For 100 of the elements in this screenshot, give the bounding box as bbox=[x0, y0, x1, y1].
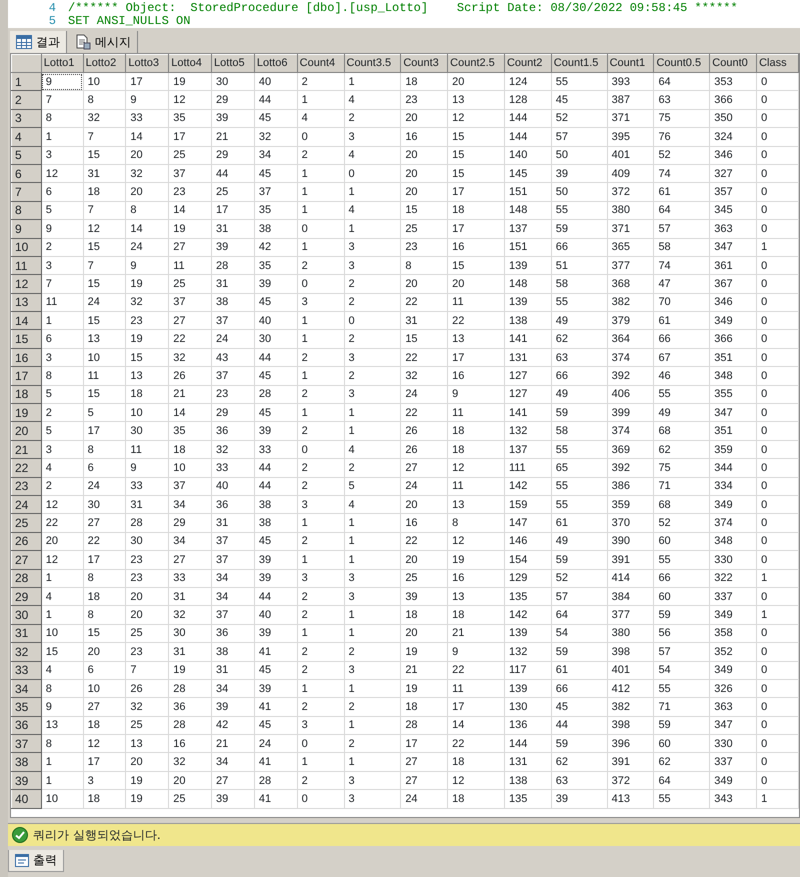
result-tab[interactable]: 결과 bbox=[10, 31, 67, 53]
row-number[interactable]: 1 bbox=[12, 72, 42, 91]
row-number[interactable]: 7 bbox=[12, 182, 42, 202]
column-header[interactable]: Count2 bbox=[504, 54, 552, 72]
table-cell: 9 bbox=[126, 90, 169, 110]
row-number[interactable]: 8 bbox=[12, 201, 42, 220]
table-cell: 10 bbox=[41, 624, 84, 643]
table-cell: 349 bbox=[710, 661, 757, 680]
row-number[interactable]: 31 bbox=[12, 624, 42, 643]
table-cell: 55 bbox=[654, 790, 710, 808]
column-header[interactable]: Lotto5 bbox=[212, 54, 254, 72]
row-number[interactable]: 26 bbox=[12, 532, 42, 551]
table-cell: 15 bbox=[126, 348, 169, 367]
row-number[interactable]: 28 bbox=[12, 569, 42, 588]
column-header[interactable]: Count1.5 bbox=[551, 54, 608, 72]
row-number[interactable]: 34 bbox=[12, 679, 42, 698]
row-number[interactable]: 11 bbox=[12, 256, 42, 275]
table-cell: 0 bbox=[756, 256, 798, 275]
row-number[interactable]: 35 bbox=[12, 698, 42, 716]
column-header[interactable]: Count3 bbox=[400, 54, 448, 72]
table-cell: 18 bbox=[83, 716, 126, 735]
table-cell: 4 bbox=[344, 440, 401, 459]
table-cell: 5 bbox=[41, 201, 84, 220]
table-cell: 31 bbox=[126, 495, 169, 514]
row-number[interactable]: 4 bbox=[12, 128, 42, 146]
table-cell: 0 bbox=[756, 90, 798, 110]
table-cell: 1 bbox=[756, 238, 798, 256]
table-cell: 3 bbox=[344, 128, 401, 146]
table-cell: 382 bbox=[607, 293, 654, 312]
table-cell: 382 bbox=[607, 698, 654, 716]
row-number[interactable]: 33 bbox=[12, 661, 42, 680]
row-number[interactable]: 21 bbox=[12, 440, 42, 459]
row-number[interactable]: 12 bbox=[12, 274, 42, 294]
table-cell: 55 bbox=[551, 201, 608, 220]
row-number[interactable]: 29 bbox=[12, 587, 42, 606]
row-number[interactable]: 17 bbox=[12, 366, 42, 386]
table-cell: 2 bbox=[297, 385, 344, 404]
table-cell: 49 bbox=[551, 385, 608, 404]
table-cell: 1 bbox=[344, 532, 401, 551]
row-number[interactable]: 16 bbox=[12, 348, 42, 367]
column-header[interactable]: Lotto3 bbox=[126, 54, 169, 72]
table-cell: 21 bbox=[448, 624, 504, 643]
table-cell: 344 bbox=[710, 458, 757, 478]
row-number[interactable]: 20 bbox=[12, 422, 42, 440]
row-number[interactable]: 36 bbox=[12, 716, 42, 735]
table-cell: 1 bbox=[297, 404, 344, 422]
column-header[interactable]: Count4 bbox=[297, 54, 344, 72]
row-number[interactable]: 19 bbox=[12, 404, 42, 422]
row-number[interactable]: 15 bbox=[12, 330, 42, 348]
row-number[interactable]: 10 bbox=[12, 238, 42, 256]
row-number[interactable]: 27 bbox=[12, 550, 42, 570]
row-number[interactable]: 14 bbox=[12, 312, 42, 330]
row-number[interactable]: 6 bbox=[12, 164, 42, 183]
row-number[interactable]: 38 bbox=[12, 752, 42, 772]
column-header[interactable]: Lotto4 bbox=[168, 54, 212, 72]
row-number[interactable]: 9 bbox=[12, 220, 42, 238]
table-cell: 38 bbox=[254, 514, 298, 532]
column-header[interactable]: Class bbox=[756, 54, 798, 72]
table-cell: 346 bbox=[710, 293, 757, 312]
table-cell: 127 bbox=[504, 366, 552, 386]
table-cell: 357 bbox=[710, 182, 757, 202]
table-cell: 52 bbox=[551, 109, 608, 128]
output-tab[interactable]: 출력 bbox=[8, 850, 64, 872]
table-cell: 56 bbox=[654, 624, 710, 643]
table-cell: 25 bbox=[168, 146, 212, 164]
column-header[interactable]: Count1 bbox=[607, 54, 654, 72]
table-cell: 37 bbox=[168, 164, 212, 183]
row-number[interactable]: 13 bbox=[12, 293, 42, 312]
table-cell: 18 bbox=[83, 182, 126, 202]
row-number[interactable]: 25 bbox=[12, 514, 42, 532]
row-number[interactable]: 30 bbox=[12, 606, 42, 624]
row-number[interactable]: 24 bbox=[12, 495, 42, 514]
column-header[interactable]: Lotto6 bbox=[254, 54, 298, 72]
row-number[interactable]: 32 bbox=[12, 642, 42, 661]
column-header[interactable]: Count3.5 bbox=[344, 54, 401, 72]
table-cell: 379 bbox=[607, 312, 654, 330]
row-number[interactable]: 22 bbox=[12, 458, 42, 478]
row-number[interactable]: 37 bbox=[12, 734, 42, 753]
table-cell: 66 bbox=[654, 569, 710, 588]
table-cell: 5 bbox=[83, 404, 126, 422]
table-cell: 50 bbox=[551, 146, 608, 164]
row-number[interactable]: 2 bbox=[12, 90, 42, 110]
column-header[interactable]: Count2.5 bbox=[448, 54, 504, 72]
table-cell: 49 bbox=[551, 312, 608, 330]
table-cell: 66 bbox=[551, 679, 608, 698]
row-number[interactable]: 5 bbox=[12, 146, 42, 164]
row-number[interactable]: 18 bbox=[12, 385, 42, 404]
row-number[interactable]: 23 bbox=[12, 477, 42, 496]
row-number[interactable]: 3 bbox=[12, 109, 42, 128]
row-number[interactable]: 40 bbox=[12, 790, 42, 808]
column-header[interactable]: Count0.5 bbox=[654, 54, 710, 72]
table-cell: 359 bbox=[607, 495, 654, 514]
table-cell: 39 bbox=[254, 550, 298, 570]
column-header[interactable]: Lotto1 bbox=[41, 54, 84, 72]
table-cell: 63 bbox=[551, 348, 608, 367]
row-number[interactable]: 39 bbox=[12, 771, 42, 790]
column-header[interactable]: Lotto2 bbox=[83, 54, 126, 72]
table-cell: 0 bbox=[756, 458, 798, 478]
column-header[interactable]: Count0 bbox=[710, 54, 757, 72]
table-cell: 3 bbox=[297, 293, 344, 312]
